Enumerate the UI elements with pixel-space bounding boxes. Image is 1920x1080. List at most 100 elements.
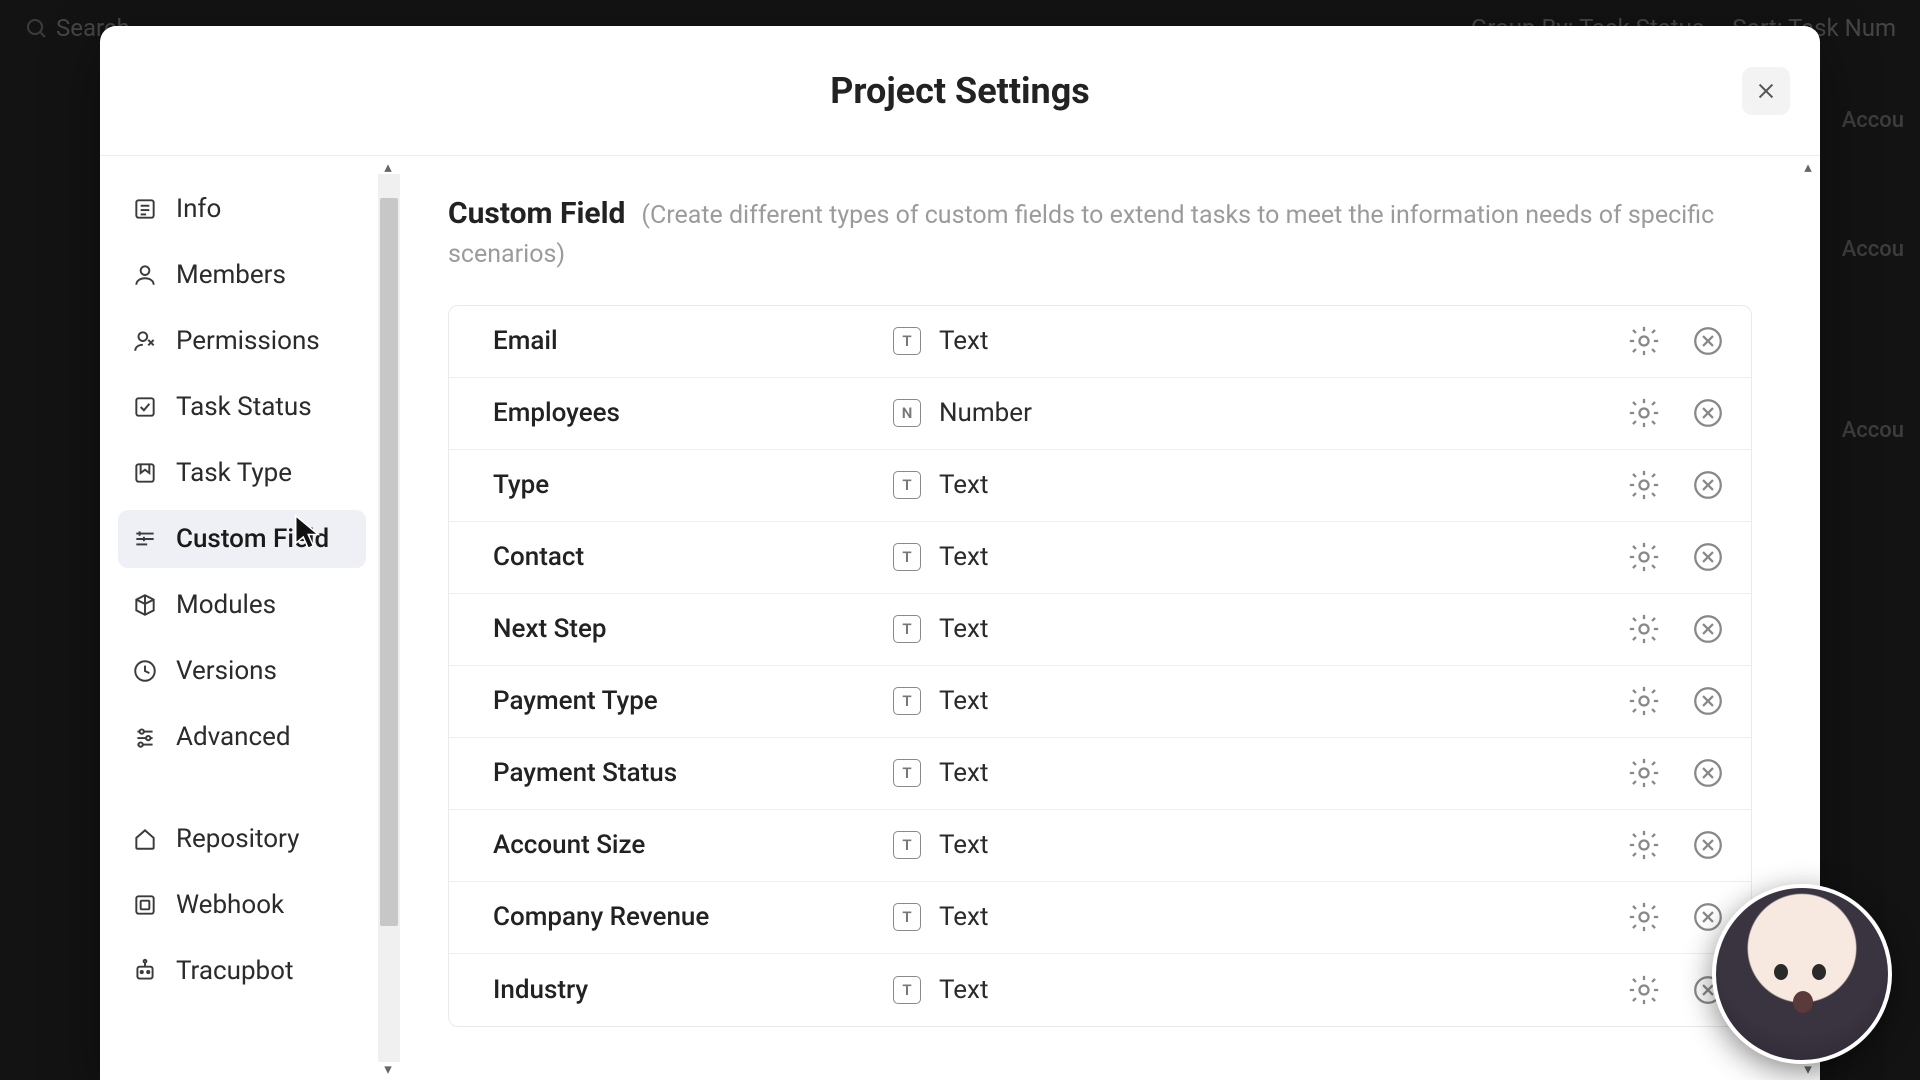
sidebar-item-label: Webhook (176, 890, 284, 920)
field-settings-button[interactable] (1627, 324, 1661, 358)
modal-header: Project Settings (100, 26, 1820, 156)
field-name: Payment Type (493, 686, 893, 716)
sidebar-item-label: Tracupbot (176, 956, 293, 986)
field-settings-button[interactable] (1627, 973, 1661, 1007)
field-delete-button[interactable] (1691, 828, 1725, 862)
field-delete-button[interactable] (1691, 900, 1725, 934)
settings-sidebar: ▴ ▾ InfoMembersPermissionsTask StatusTas… (100, 156, 400, 1080)
field-delete-button[interactable] (1691, 756, 1725, 790)
custom-field-list: EmailTTextEmployeesNNumberTypeTTextConta… (448, 305, 1752, 1027)
field-name: Account Size (493, 830, 893, 860)
custom-field-row: Payment StatusTText (449, 738, 1751, 810)
field-type: N Number (893, 398, 1627, 428)
customfield-icon (132, 526, 158, 552)
field-type: TText (893, 975, 1627, 1005)
custom-field-row: Account SizeT Text (449, 810, 1751, 882)
taskstatus-icon (132, 394, 158, 420)
field-type-icon: T (893, 759, 921, 787)
advanced-icon (132, 724, 158, 750)
tasktype-icon (132, 460, 158, 486)
sidebar-item-label: Versions (176, 656, 277, 686)
field-type: T Text (893, 686, 1627, 716)
field-settings-button[interactable] (1627, 828, 1661, 862)
field-type-label: Text (939, 542, 988, 572)
sidebar-scrollbar-thumb[interactable] (380, 198, 398, 926)
field-settings-button[interactable] (1627, 540, 1661, 574)
sidebar-item-versions[interactable]: Versions (118, 642, 366, 700)
permissions-icon (132, 328, 158, 354)
sidebar-item-label: Modules (176, 590, 276, 620)
field-name: Company Revenue (493, 902, 893, 932)
field-name: Payment Status (493, 758, 893, 788)
sidebar-item-advanced[interactable]: Advanced (118, 708, 366, 766)
field-settings-button[interactable] (1627, 396, 1661, 430)
field-delete-button[interactable] (1691, 468, 1725, 502)
members-icon (132, 262, 158, 288)
sidebar-item-label: Permissions (176, 326, 320, 356)
field-type: TText (893, 902, 1627, 932)
sidebar-item-label: Task Type (176, 458, 292, 488)
custom-field-row: Payment TypeT Text (449, 666, 1751, 738)
sidebar-item-tasktype[interactable]: Task Type (118, 444, 366, 502)
custom-field-row: TypeTText (449, 450, 1751, 522)
modules-icon (132, 592, 158, 618)
field-type: TText (893, 326, 1627, 356)
field-type: T Text (893, 830, 1627, 860)
tracupbot-icon (132, 958, 158, 984)
close-button[interactable] (1742, 67, 1790, 115)
section-title: Custom Field (448, 196, 625, 231)
project-settings-modal: Project Settings ▴ ▾ Info Members Permissi… (100, 26, 1820, 1080)
field-type-label: Text (939, 830, 988, 860)
field-type-icon: N (893, 399, 921, 427)
sidebar-item-members[interactable]: Members (118, 246, 366, 304)
field-settings-button[interactable] (1627, 684, 1661, 718)
sidebar-item-permissions[interactable]: Permissions (118, 312, 366, 370)
repository-icon (132, 826, 158, 852)
field-delete-button[interactable] (1691, 324, 1725, 358)
custom-field-row: IndustryTText (449, 954, 1751, 1026)
avatar[interactable] (1712, 884, 1892, 1064)
sidebar-scrollbar-track[interactable] (378, 174, 400, 1062)
custom-field-row: ContactT Text (449, 522, 1751, 594)
custom-field-row: EmployeesN Number (449, 378, 1751, 450)
field-type-icon: T (893, 471, 921, 499)
sidebar-item-label: Info (176, 194, 221, 224)
sidebar-item-label: Advanced (176, 722, 291, 752)
modal-title: Project Settings (830, 70, 1090, 112)
field-type-label: Text (939, 686, 988, 716)
field-type-icon: T (893, 903, 921, 931)
field-delete-button[interactable] (1691, 540, 1725, 574)
field-type-icon: T (893, 543, 921, 571)
settings-main: ▴ ▾ Custom Field (Create different types… (400, 156, 1820, 1080)
sidebar-item-webhook[interactable]: Webhook (118, 876, 366, 934)
field-name: Employees (493, 398, 893, 428)
sidebar-item-info[interactable]: Info (118, 180, 366, 238)
sidebar-item-tracupbot[interactable]: Tracupbot (118, 942, 366, 1000)
sidebar-item-repository[interactable]: Repository (118, 810, 366, 868)
field-delete-button[interactable] (1691, 684, 1725, 718)
field-type-icon: T (893, 976, 921, 1004)
sidebar-item-customfield[interactable]: Custom Field (118, 510, 366, 568)
field-settings-button[interactable] (1627, 468, 1661, 502)
field-name: Contact (493, 542, 893, 572)
field-type-label: Text (939, 614, 988, 644)
field-type-label: Text (939, 470, 988, 500)
field-type-label: Text (939, 326, 988, 356)
field-type-label: Number (939, 398, 1032, 428)
custom-field-row: Next StepTText (449, 594, 1751, 666)
custom-field-row: Company RevenueTText (449, 882, 1751, 954)
field-settings-button[interactable] (1627, 900, 1661, 934)
field-type-icon: T (893, 615, 921, 643)
sidebar-item-taskstatus[interactable]: Task Status (118, 378, 366, 436)
section-header: Custom Field (Create different types of … (448, 196, 1752, 275)
field-delete-button[interactable] (1691, 396, 1725, 430)
sidebar-item-modules[interactable]: Modules (118, 576, 366, 634)
field-type-icon: T (893, 687, 921, 715)
field-settings-button[interactable] (1627, 612, 1661, 646)
field-settings-button[interactable] (1627, 756, 1661, 790)
sidebar-scroll-down[interactable]: ▾ (379, 1060, 397, 1078)
field-type-icon: T (893, 831, 921, 859)
mouse-cursor (292, 513, 322, 551)
main-scroll-up[interactable]: ▴ (1799, 158, 1817, 176)
field-delete-button[interactable] (1691, 612, 1725, 646)
